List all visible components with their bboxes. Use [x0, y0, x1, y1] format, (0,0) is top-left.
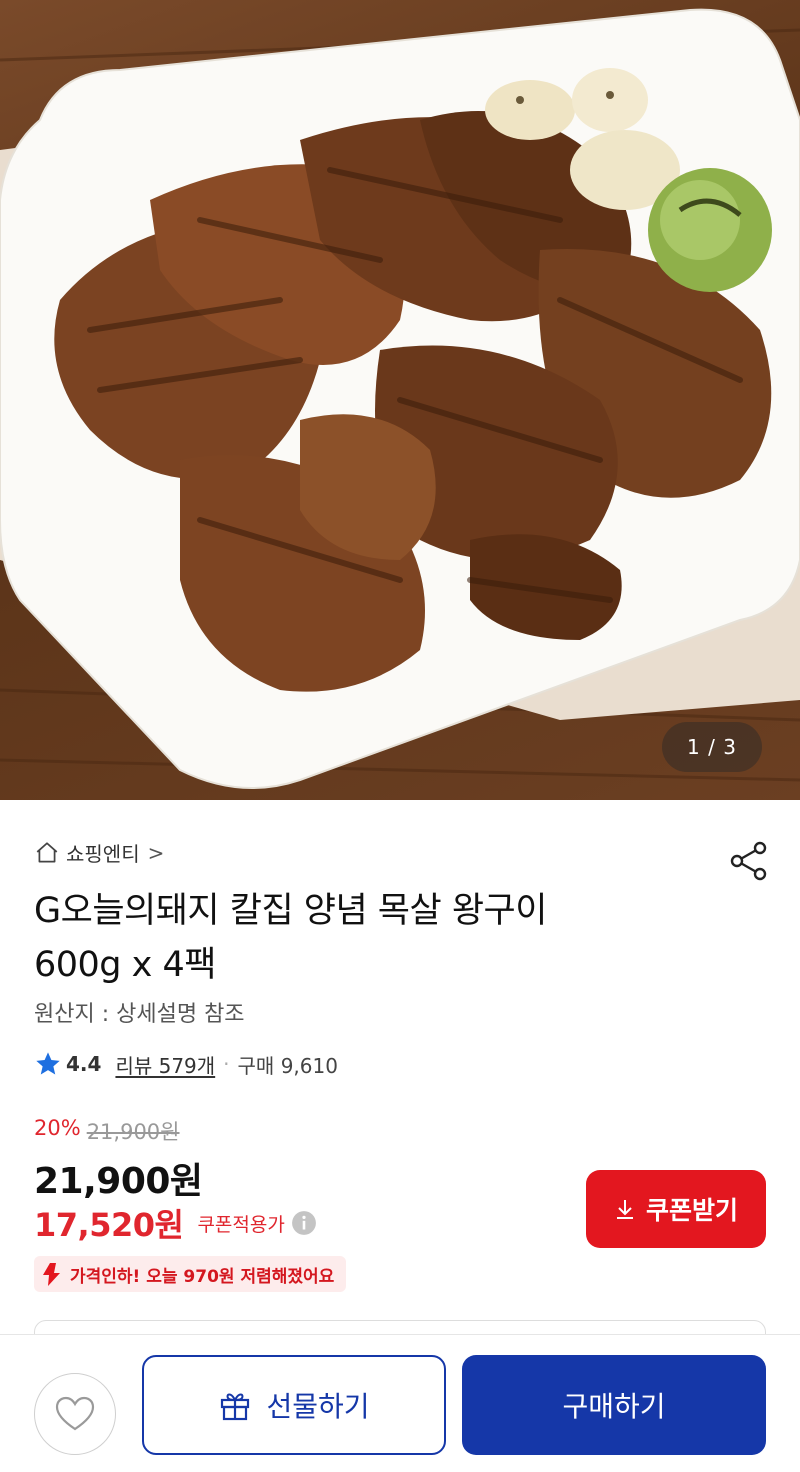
rating-row: 4.4 리뷰 579개 · 구매 9,610	[34, 1048, 338, 1080]
origin-info: 원산지 : 상세설명 참조	[34, 1002, 245, 1027]
product-title: G오늘의돼지 칼집 양념 목살 왕구이 600g x 4팩	[34, 884, 714, 992]
product-title-line1: G오늘의돼지 칼집 양념 목살 왕구이	[34, 891, 547, 931]
buy-button[interactable]: 구매하기	[462, 1355, 766, 1455]
gift-icon	[221, 1393, 250, 1421]
home-icon	[36, 841, 58, 863]
gift-label: 선물하기	[266, 1391, 370, 1422]
original-price: 21,900원	[86, 1120, 180, 1144]
review-count-link[interactable]: 리뷰 579개	[115, 1050, 215, 1079]
heart-icon	[55, 1396, 95, 1431]
product-image[interactable]: 1 / 3	[0, 0, 800, 800]
get-coupon-label: 쿠폰받기	[645, 1197, 738, 1225]
discount-percent: 20%	[34, 1116, 81, 1140]
get-coupon-button[interactable]: 쿠폰받기	[586, 1170, 766, 1248]
discount-row: 20% 21,900원	[34, 1116, 180, 1146]
store-link[interactable]: 쇼핑엔티 >	[34, 838, 164, 867]
buy-label: 구매하기	[562, 1391, 666, 1422]
rating-score: 4.4	[66, 1052, 102, 1076]
gift-button[interactable]: 선물하기	[142, 1355, 446, 1455]
store-name: 쇼핑엔티	[66, 842, 140, 866]
wishlist-button[interactable]	[34, 1373, 116, 1455]
sale-price: 21,900원	[34, 1161, 203, 1202]
coupon-price: 17,520원	[34, 1206, 184, 1244]
info-icon[interactable]	[291, 1210, 317, 1236]
coupon-price-label: 쿠폰적용가	[197, 1213, 285, 1236]
separator: ·	[223, 1052, 230, 1076]
coupon-price-row: 17,520원 쿠폰적용가	[34, 1200, 317, 1246]
purchase-count: 구매 9,610	[237, 1053, 338, 1078]
chevron-right-icon: >	[147, 840, 165, 865]
star-icon	[36, 1052, 60, 1075]
download-icon	[616, 1200, 633, 1219]
product-title-line2: 600g x 4팩	[34, 945, 216, 985]
product-photo	[0, 8, 800, 789]
bottom-action-bar: 선물하기 구매하기	[0, 1334, 800, 1472]
share-icon[interactable]	[728, 840, 770, 882]
arrow-down-icon	[43, 1263, 60, 1286]
price-drop-badge: 가격인하! 오늘 970원 저렴해졌어요	[34, 1256, 347, 1292]
image-counter: 1 / 3	[662, 722, 762, 772]
price-drop-text: 가격인하! 오늘 970원 저렴해졌어요	[70, 1266, 335, 1287]
